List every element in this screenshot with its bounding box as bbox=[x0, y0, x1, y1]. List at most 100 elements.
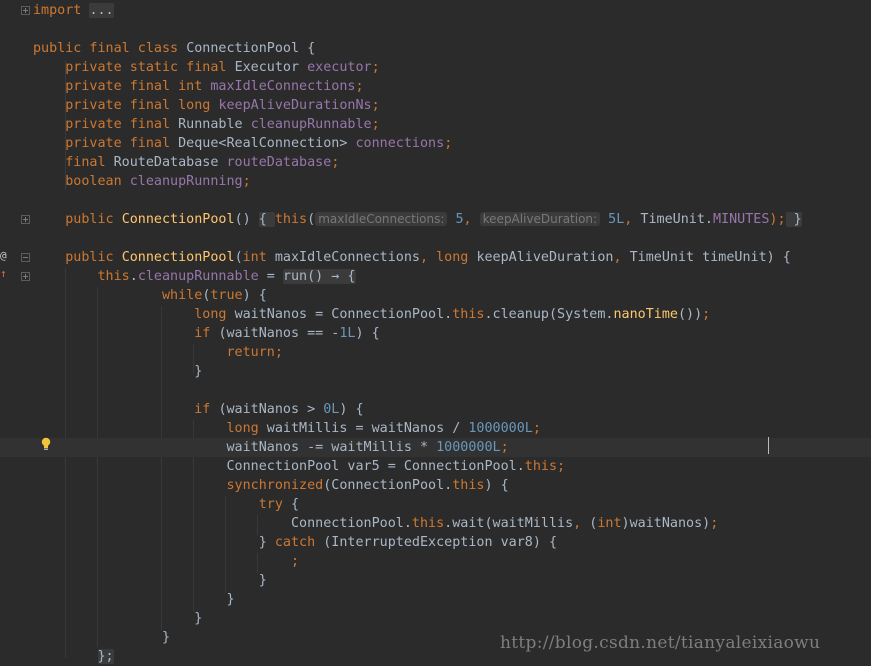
code-token: keepAliveDuration bbox=[476, 250, 614, 265]
code-line[interactable]: } bbox=[0, 590, 871, 609]
code-token: keepAliveDurationNs bbox=[218, 98, 372, 113]
code-line[interactable]: long waitMillis = waitNanos / 1000000L; bbox=[0, 419, 871, 438]
code-token: TimeUnit timeUnit) { bbox=[629, 250, 791, 265]
code-line[interactable] bbox=[0, 381, 871, 400]
code-token: ( bbox=[307, 212, 316, 227]
code-line[interactable] bbox=[0, 229, 871, 248]
code-token: Runnable bbox=[178, 117, 251, 132]
code-line[interactable]: synchronized(ConnectionPool.this) { bbox=[0, 476, 871, 495]
code-token: } bbox=[33, 611, 203, 626]
code-line[interactable]: private static final Executor executor; bbox=[0, 58, 871, 77]
code-editor[interactable]: import ... public final class ConnectionP… bbox=[0, 0, 871, 664]
code-line[interactable]: return; bbox=[0, 343, 871, 362]
code-line[interactable]: public final class ConnectionPool { bbox=[0, 39, 871, 58]
code-token: , bbox=[624, 212, 641, 227]
code-line-text: waitNanos -= waitMillis * 1000000L; bbox=[33, 438, 508, 457]
code-line[interactable]: final RouteDatabase routeDatabase; bbox=[0, 153, 871, 172]
override-icon[interactable]: @ bbox=[0, 249, 12, 263]
code-line[interactable]: ConnectionPool.this.wait(waitMillis, (in… bbox=[0, 514, 871, 533]
code-token: 5 bbox=[455, 212, 464, 227]
code-line[interactable]: } bbox=[0, 362, 871, 381]
code-token: int bbox=[242, 250, 275, 265]
code-token: this bbox=[97, 269, 130, 284]
code-token: , bbox=[613, 250, 630, 265]
code-token: .wait(waitMillis bbox=[444, 516, 574, 531]
code-token: ; bbox=[371, 98, 380, 113]
code-token: 1000000L bbox=[436, 440, 501, 455]
code-line[interactable] bbox=[0, 20, 871, 39]
folded-region[interactable]: } bbox=[785, 212, 802, 227]
code-line-text: private final Deque<RealConnection> conn… bbox=[33, 134, 452, 153]
code-line[interactable]: } bbox=[0, 571, 871, 590]
code-token: ; bbox=[355, 79, 364, 94]
folded-region[interactable]: run() → { bbox=[282, 269, 356, 284]
code-line-text: this.cleanupRunnable = run() → { bbox=[33, 267, 356, 286]
code-token: ConnectionPool bbox=[121, 250, 235, 265]
implements-arrow-icon[interactable]: ↑ bbox=[0, 267, 10, 281]
code-token: , bbox=[573, 516, 590, 531]
code-token: (waitNanos > bbox=[218, 402, 324, 417]
code-token: private final long bbox=[65, 98, 219, 113]
code-line[interactable] bbox=[0, 191, 871, 210]
code-token: import bbox=[33, 3, 82, 18]
code-line[interactable]: while(true) { bbox=[0, 286, 871, 305]
code-token: long bbox=[226, 421, 267, 436]
code-token: 0L bbox=[323, 402, 340, 417]
code-line[interactable]: private final int maxIdleConnections; bbox=[0, 77, 871, 96]
code-line-text: try { bbox=[33, 495, 299, 514]
parameter-hint: maxIdleConnections: bbox=[315, 212, 448, 226]
code-token: this bbox=[452, 307, 485, 322]
code-line[interactable]: this.cleanupRunnable = run() → { bbox=[0, 267, 871, 286]
code-line[interactable]: boolean cleanupRunning; bbox=[0, 172, 871, 191]
code-token: this bbox=[411, 516, 445, 531]
code-token: synchronized bbox=[226, 478, 324, 493]
code-token: RouteDatabase bbox=[113, 155, 227, 170]
code-token: long bbox=[436, 250, 477, 265]
code-line[interactable]: if (waitNanos == -1L) { bbox=[0, 324, 871, 343]
code-token: cleanupRunnable bbox=[250, 117, 372, 132]
code-token: } bbox=[33, 592, 235, 607]
code-line-text: ; bbox=[33, 552, 299, 571]
code-line-text: } bbox=[33, 609, 202, 628]
code-line[interactable]: ; bbox=[0, 552, 871, 571]
code-token: private static final bbox=[65, 60, 235, 75]
code-line-text: public ConnectionPool(int maxIdleConnect… bbox=[33, 248, 791, 267]
code-line[interactable]: ConnectionPool var5 = ConnectionPool.thi… bbox=[0, 457, 871, 476]
code-line[interactable]: private final Runnable cleanupRunnable; bbox=[0, 115, 871, 134]
code-token: return; bbox=[226, 345, 283, 360]
code-line[interactable]: } bbox=[0, 609, 871, 628]
code-area[interactable]: import ... public final class ConnectionP… bbox=[0, 0, 871, 664]
code-line-text: long waitNanos = ConnectionPool.this.cle… bbox=[33, 305, 710, 324]
intention-lightbulb-icon[interactable] bbox=[40, 437, 52, 451]
code-line[interactable]: private final Deque<RealConnection> conn… bbox=[0, 134, 871, 153]
code-line[interactable]: import ... bbox=[0, 1, 871, 20]
code-line-text: } bbox=[33, 362, 202, 381]
code-line[interactable]: waitNanos -= waitMillis * 1000000L; bbox=[0, 438, 871, 457]
code-token: private final int bbox=[65, 79, 211, 94]
code-line[interactable]: try { bbox=[0, 495, 871, 514]
code-token: this bbox=[452, 478, 485, 493]
code-token: maxIdleConnections bbox=[274, 250, 420, 265]
code-token: , bbox=[463, 212, 480, 227]
code-line[interactable]: long waitNanos = ConnectionPool.this.cle… bbox=[0, 305, 871, 324]
code-line[interactable]: private final long keepAliveDurationNs; bbox=[0, 96, 871, 115]
code-token: ConnectionPool bbox=[121, 212, 235, 227]
code-line-text: } bbox=[33, 628, 170, 647]
code-token: Executor bbox=[234, 60, 308, 75]
folded-region[interactable]: ... bbox=[89, 3, 114, 18]
code-token: ; bbox=[290, 554, 300, 569]
code-line[interactable]: public ConnectionPool() { this(maxIdleCo… bbox=[0, 210, 871, 229]
code-token: waitNanos -= waitMillis * bbox=[226, 440, 437, 455]
code-line[interactable]: public ConnectionPool(int maxIdleConnect… bbox=[0, 248, 871, 267]
folded-region[interactable]: { bbox=[258, 212, 275, 227]
code-line[interactable]: } catch (InterruptedException var8) { bbox=[0, 533, 871, 552]
code-line[interactable]: if (waitNanos > 0L) { bbox=[0, 400, 871, 419]
